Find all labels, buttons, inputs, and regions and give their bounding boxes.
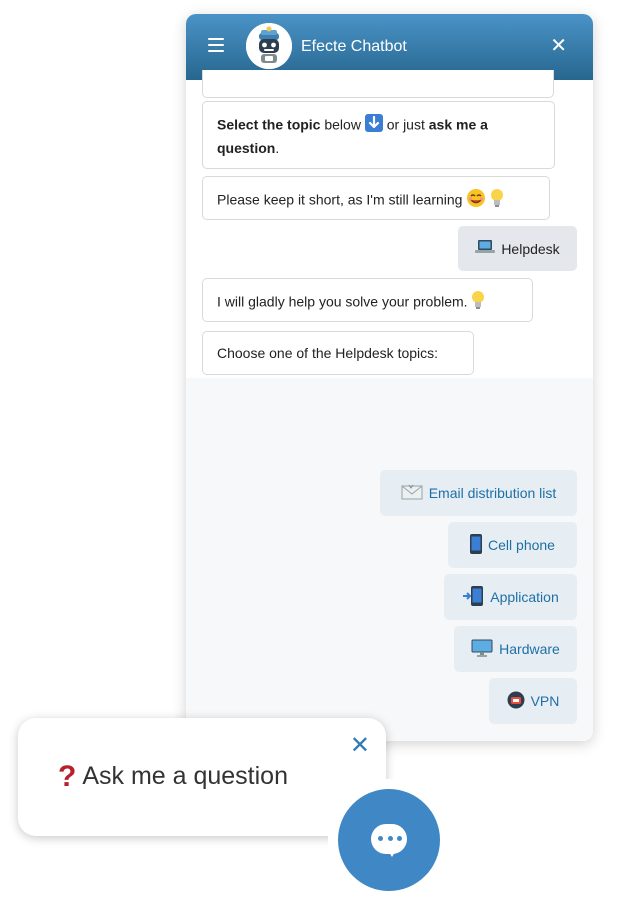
- light-bulb-icon: [490, 188, 504, 214]
- option-label: VPN: [530, 693, 560, 709]
- robot-avatar-icon: [246, 23, 292, 69]
- bot-message-keep-short: Please keep it short, as I'm still learn…: [202, 176, 550, 220]
- option-label: Cell phone: [488, 537, 555, 553]
- bot-message-select-topic: Select the topic below or just ask me a …: [202, 101, 555, 169]
- ask-me-text: ? Ask me a question: [58, 760, 288, 794]
- topic-suffix: .: [275, 140, 280, 156]
- option-label: Hardware: [499, 641, 560, 657]
- app-enter-icon: [462, 585, 484, 609]
- option-vpn[interactable]: VPN: [489, 678, 577, 724]
- laptop-icon: [475, 239, 496, 258]
- speech-bubble-tail: [386, 847, 398, 857]
- question-mark-icon: ?: [58, 760, 77, 793]
- option-hardware[interactable]: Hardware: [454, 626, 577, 672]
- user-choice-label: Helpdesk: [501, 240, 560, 257]
- monitor-icon: [471, 639, 493, 660]
- bot-message-gladly: I will gladly help you solve your proble…: [202, 278, 533, 322]
- chat-launcher-button[interactable]: [338, 789, 440, 891]
- keep-short-text: Please keep it short, as I'm still learn…: [217, 191, 463, 208]
- user-message-helpdesk: Helpdesk: [458, 226, 577, 271]
- down-arrow-icon: [364, 114, 383, 138]
- option-application[interactable]: Application: [444, 574, 577, 620]
- mobile-phone-icon: [470, 533, 483, 557]
- topic-prefix: Select the topic: [217, 116, 321, 133]
- hamburger-icon[interactable]: [208, 38, 224, 53]
- chat-window: Efecte Chatbot ✕ Select the topic below …: [186, 14, 593, 741]
- close-popup-icon[interactable]: ✕: [350, 734, 370, 758]
- close-icon[interactable]: ✕: [550, 36, 567, 56]
- light-bulb-icon: [471, 290, 485, 316]
- topic-mid2: or just: [386, 116, 425, 133]
- gladly-text: I will gladly help you solve your proble…: [217, 293, 468, 310]
- option-email-distribution-list[interactable]: Email distribution list: [380, 470, 577, 516]
- choose-text: Choose one of the Helpdesk topics:: [217, 345, 439, 361]
- option-label: Application: [490, 589, 559, 605]
- chatbot-title: Efecte Chatbot: [301, 38, 407, 55]
- ask-me-label: Ask me a question: [82, 762, 288, 790]
- chat-body[interactable]: Select the topic below or just ask me a …: [186, 70, 593, 741]
- bot-message-choose: Choose one of the Helpdesk topics:: [202, 331, 474, 375]
- previous-message-partial: [202, 70, 554, 98]
- option-label: Email distribution list: [428, 485, 557, 501]
- vpn-shield-icon: [507, 691, 525, 712]
- topic-mid: below: [324, 116, 361, 133]
- ask-me-popup[interactable]: ? Ask me a question ✕: [18, 718, 386, 836]
- smiling-face-icon: [466, 188, 486, 214]
- option-cell-phone[interactable]: Cell phone: [448, 522, 577, 568]
- envelope-icon: [401, 484, 423, 503]
- typing-dots-icon: [378, 836, 402, 841]
